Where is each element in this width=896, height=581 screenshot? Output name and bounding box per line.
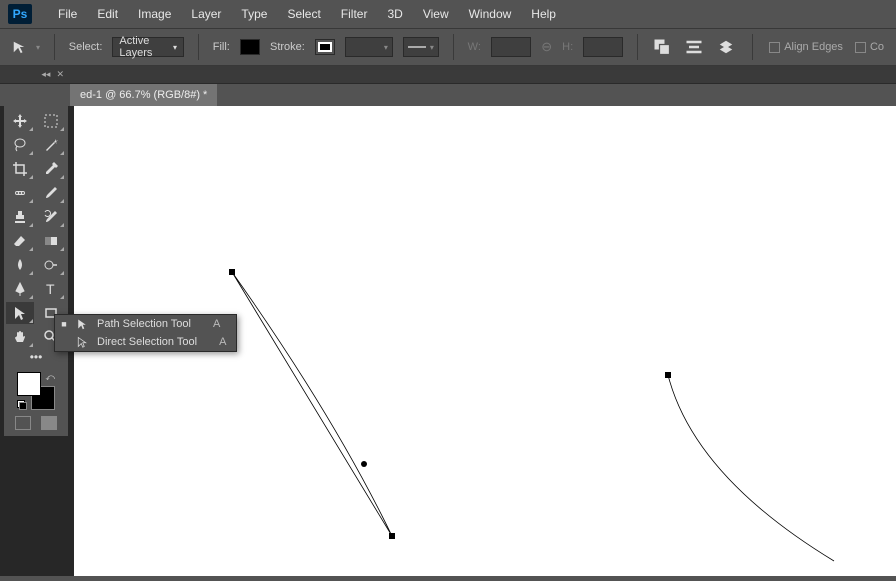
divider (453, 34, 454, 60)
menu-help[interactable]: Help (521, 3, 566, 25)
gradient-tool[interactable] (37, 230, 65, 252)
menu-select[interactable]: Select (277, 3, 330, 25)
flyout-path-selection[interactable]: ■ Path Selection Tool A (55, 315, 236, 333)
align-edges-option[interactable]: Align Edges (769, 41, 843, 53)
active-indicator-icon: ■ (61, 319, 67, 329)
arrange-icon[interactable] (716, 37, 736, 57)
menu-file[interactable]: File (48, 3, 87, 25)
divider (637, 34, 638, 60)
menu-image[interactable]: Image (128, 3, 181, 25)
document-tab[interactable]: ed-1 @ 66.7% (RGB/8#) * (70, 84, 217, 106)
stamp-tool[interactable] (6, 206, 34, 228)
tool-flyout-menu: ■ Path Selection Tool A Direct Selection… (54, 314, 237, 352)
stroke-label: Stroke: (270, 41, 305, 53)
swap-colors-icon[interactable]: ⤺ (45, 372, 55, 383)
height-field[interactable] (583, 37, 623, 57)
crop-tool[interactable] (6, 158, 34, 180)
brush-tool[interactable] (37, 182, 65, 204)
lasso-tool[interactable] (6, 134, 34, 156)
default-colors-icon[interactable] (17, 400, 27, 410)
blur-tool[interactable] (6, 254, 34, 276)
eyedropper-tool[interactable] (37, 158, 65, 180)
menu-window[interactable]: Window (459, 3, 522, 25)
divider (752, 34, 753, 60)
document-tab-row: ed-1 @ 66.7% (RGB/8#) * (0, 84, 896, 106)
black-arrow-icon (75, 318, 89, 330)
height-label: H: (562, 41, 573, 53)
quickmask-icon[interactable] (15, 416, 31, 430)
tool-preset-icon[interactable] (12, 38, 26, 56)
screenmode-icon[interactable] (41, 416, 57, 430)
link-icon[interactable]: ⊖ (541, 39, 552, 55)
hand-tool[interactable] (6, 326, 34, 348)
app-logo: Ps (8, 4, 32, 24)
menu-3d[interactable]: 3D (377, 3, 412, 25)
menu-view[interactable]: View (413, 3, 459, 25)
path-ops-icon[interactable] (652, 37, 672, 57)
move-tool[interactable] (6, 110, 34, 132)
co-option[interactable]: Co (855, 41, 884, 53)
divider (54, 34, 55, 60)
menu-type[interactable]: Type (231, 3, 277, 25)
menu-layer[interactable]: Layer (181, 3, 231, 25)
white-arrow-icon (75, 336, 89, 348)
foreground-color[interactable] (17, 372, 41, 396)
marquee-tool[interactable] (37, 110, 65, 132)
select-label: Select: (69, 41, 103, 53)
menu-edit[interactable]: Edit (87, 3, 128, 25)
select-dropdown[interactable]: Active Layers▾ (112, 37, 184, 57)
magic-wand-tool[interactable] (37, 134, 65, 156)
width-label: W: (468, 41, 481, 53)
stroke-width-field[interactable]: ▾ (345, 37, 393, 57)
eraser-tool[interactable] (6, 230, 34, 252)
color-picker[interactable]: ⤺ (17, 372, 55, 410)
align-icon[interactable] (684, 37, 704, 57)
healing-tool[interactable] (6, 182, 34, 204)
history-brush-tool[interactable] (37, 206, 65, 228)
options-bar: ▾ Select: Active Layers▾ Fill: Stroke: ▾… (0, 28, 896, 66)
stroke-swatch[interactable] (315, 39, 335, 55)
type-tool[interactable]: T (37, 278, 65, 300)
divider (198, 34, 199, 60)
fill-label: Fill: (213, 41, 230, 53)
pen-tool[interactable] (6, 278, 34, 300)
collapse-icon[interactable]: ◂◂ (41, 69, 50, 80)
flyout-direct-selection[interactable]: Direct Selection Tool A (55, 333, 236, 351)
width-field[interactable] (491, 37, 531, 57)
menu-filter[interactable]: Filter (331, 3, 378, 25)
path-selection-tool[interactable] (6, 302, 34, 324)
fill-swatch[interactable] (240, 39, 260, 55)
dodge-tool[interactable] (37, 254, 65, 276)
svg-text:T: T (46, 281, 55, 297)
stroke-style-field[interactable]: ▾ (403, 37, 439, 57)
menu-bar: Ps File Edit Image Layer Type Select Fil… (0, 0, 896, 28)
toolbox: T ••• ⤺ (4, 106, 68, 436)
close-icon[interactable]: ✕ (56, 69, 64, 80)
panel-tabstrip: ◂◂ ✕ (0, 66, 896, 84)
